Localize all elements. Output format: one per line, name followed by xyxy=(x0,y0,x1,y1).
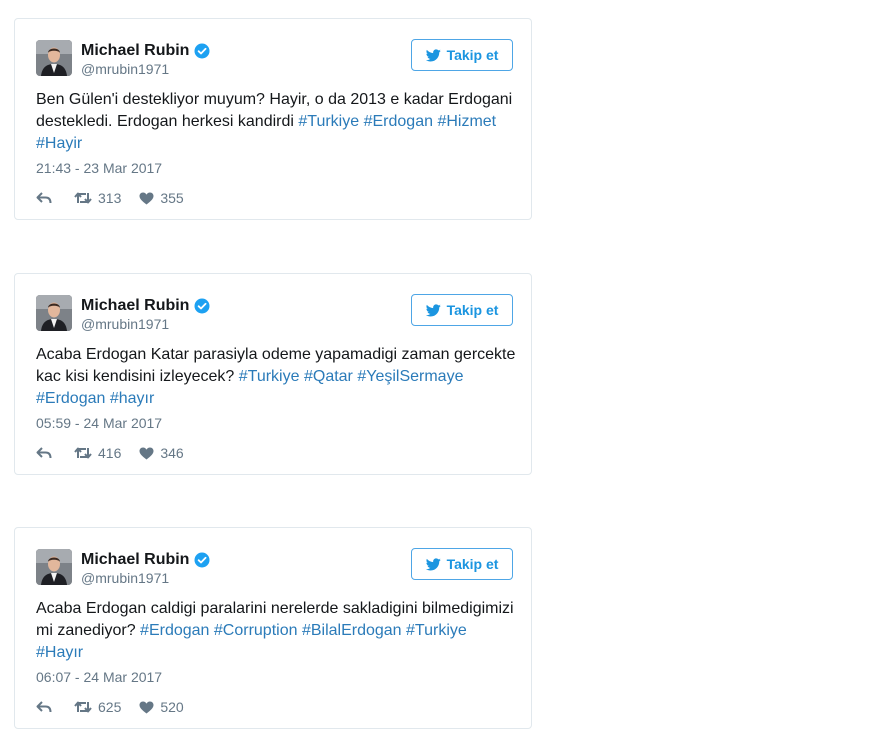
tweet-actions: 625 520 xyxy=(36,698,184,716)
retweet-icon xyxy=(74,192,92,204)
follow-button[interactable]: Takip et xyxy=(411,294,513,326)
hashtag-link[interactable]: #BilalErdogan xyxy=(302,622,402,639)
like-button[interactable]: 355 xyxy=(139,190,184,206)
like-button[interactable]: 520 xyxy=(139,699,184,715)
hashtag-link[interactable]: #Qatar xyxy=(304,368,353,385)
hashtag-link[interactable]: #Hayır xyxy=(36,644,83,661)
reply-button[interactable] xyxy=(36,700,52,714)
heart-icon xyxy=(139,447,154,459)
tweet-timestamp[interactable]: 05:59 - 24 Mar 2017 xyxy=(36,415,162,431)
author-name[interactable]: Michael Rubin xyxy=(81,42,189,60)
author-name[interactable]: Michael Rubin xyxy=(81,297,189,315)
tweet-actions: 416 346 xyxy=(36,444,184,462)
follow-button[interactable]: Takip et xyxy=(411,39,513,71)
hashtag-link[interactable]: #Hizmet xyxy=(437,113,496,130)
retweet-icon xyxy=(74,447,92,459)
hashtag-link[interactable]: #Erdogan xyxy=(140,622,209,639)
tweet-text: Acaba Erdogan Katar parasiyla odeme yapa… xyxy=(36,344,516,410)
follow-label: Takip et xyxy=(446,556,499,572)
author-handle[interactable]: @mrubin1971 xyxy=(81,61,169,77)
heart-icon xyxy=(139,701,154,713)
hashtag-link[interactable]: #hayır xyxy=(110,390,154,407)
tweet-actions: 313 355 xyxy=(36,189,184,207)
follow-label: Takip et xyxy=(446,302,499,318)
verified-badge-icon xyxy=(194,298,210,314)
like-count: 346 xyxy=(160,445,184,461)
reply-icon xyxy=(36,447,52,459)
tweet-timestamp[interactable]: 06:07 - 24 Mar 2017 xyxy=(36,669,162,685)
tweet-timestamp[interactable]: 21:43 - 23 Mar 2017 xyxy=(36,160,162,176)
hashtag-link[interactable]: #Turkiye xyxy=(239,368,300,385)
author-row: Michael Rubin xyxy=(81,296,210,316)
heart-icon xyxy=(139,192,154,204)
author-handle[interactable]: @mrubin1971 xyxy=(81,316,169,332)
retweet-count: 625 xyxy=(98,699,122,715)
hashtag-link[interactable]: #YeşilSermaye xyxy=(357,368,463,385)
author-row: Michael Rubin xyxy=(81,550,210,570)
verified-badge-icon xyxy=(194,552,210,568)
follow-label: Takip et xyxy=(446,47,499,63)
reply-button[interactable] xyxy=(36,446,52,460)
follow-button[interactable]: Takip et xyxy=(411,548,513,580)
author-row: Michael Rubin xyxy=(81,41,210,61)
hashtag-link[interactable]: #Turkiye xyxy=(406,622,467,639)
author-name[interactable]: Michael Rubin xyxy=(81,551,189,569)
hashtag-link[interactable]: #Erdogan xyxy=(364,113,433,130)
twitter-bird-icon xyxy=(425,557,441,570)
retweet-icon xyxy=(74,701,92,713)
hashtag-link[interactable]: #Erdogan xyxy=(36,390,105,407)
retweet-count: 313 xyxy=(98,190,122,206)
retweet-count: 416 xyxy=(98,445,122,461)
tweet-text: Acaba Erdogan caldigi paralarini nereler… xyxy=(36,598,516,664)
retweet-button[interactable]: 313 xyxy=(74,190,121,206)
hashtag-link[interactable]: #Hayir xyxy=(36,135,82,152)
tweet-text: Ben Gülen'i destekliyor muyum? Hayir, o … xyxy=(36,89,516,155)
like-count: 520 xyxy=(160,699,184,715)
avatar[interactable] xyxy=(36,549,72,585)
verified-badge-icon xyxy=(194,43,210,59)
retweet-button[interactable]: 416 xyxy=(74,445,121,461)
tweet-card: Michael Rubin @mrubin1971 Takip et Ben G… xyxy=(14,18,532,220)
tweet-card: Michael Rubin @mrubin1971 Takip et Acaba… xyxy=(14,527,532,729)
avatar[interactable] xyxy=(36,295,72,331)
twitter-bird-icon xyxy=(425,303,441,316)
tweet-feed: Michael Rubin @mrubin1971 Takip et Ben G… xyxy=(0,0,880,750)
tweet-card: Michael Rubin @mrubin1971 Takip et Acaba… xyxy=(14,273,532,475)
hashtag-link[interactable]: #Corruption xyxy=(214,622,298,639)
like-button[interactable]: 346 xyxy=(139,445,184,461)
author-handle[interactable]: @mrubin1971 xyxy=(81,570,169,586)
twitter-bird-icon xyxy=(425,48,441,61)
retweet-button[interactable]: 625 xyxy=(74,699,121,715)
reply-button[interactable] xyxy=(36,191,52,205)
reply-icon xyxy=(36,701,52,713)
reply-icon xyxy=(36,192,52,204)
avatar[interactable] xyxy=(36,40,72,76)
hashtag-link[interactable]: #Turkiye xyxy=(298,113,359,130)
like-count: 355 xyxy=(160,190,184,206)
